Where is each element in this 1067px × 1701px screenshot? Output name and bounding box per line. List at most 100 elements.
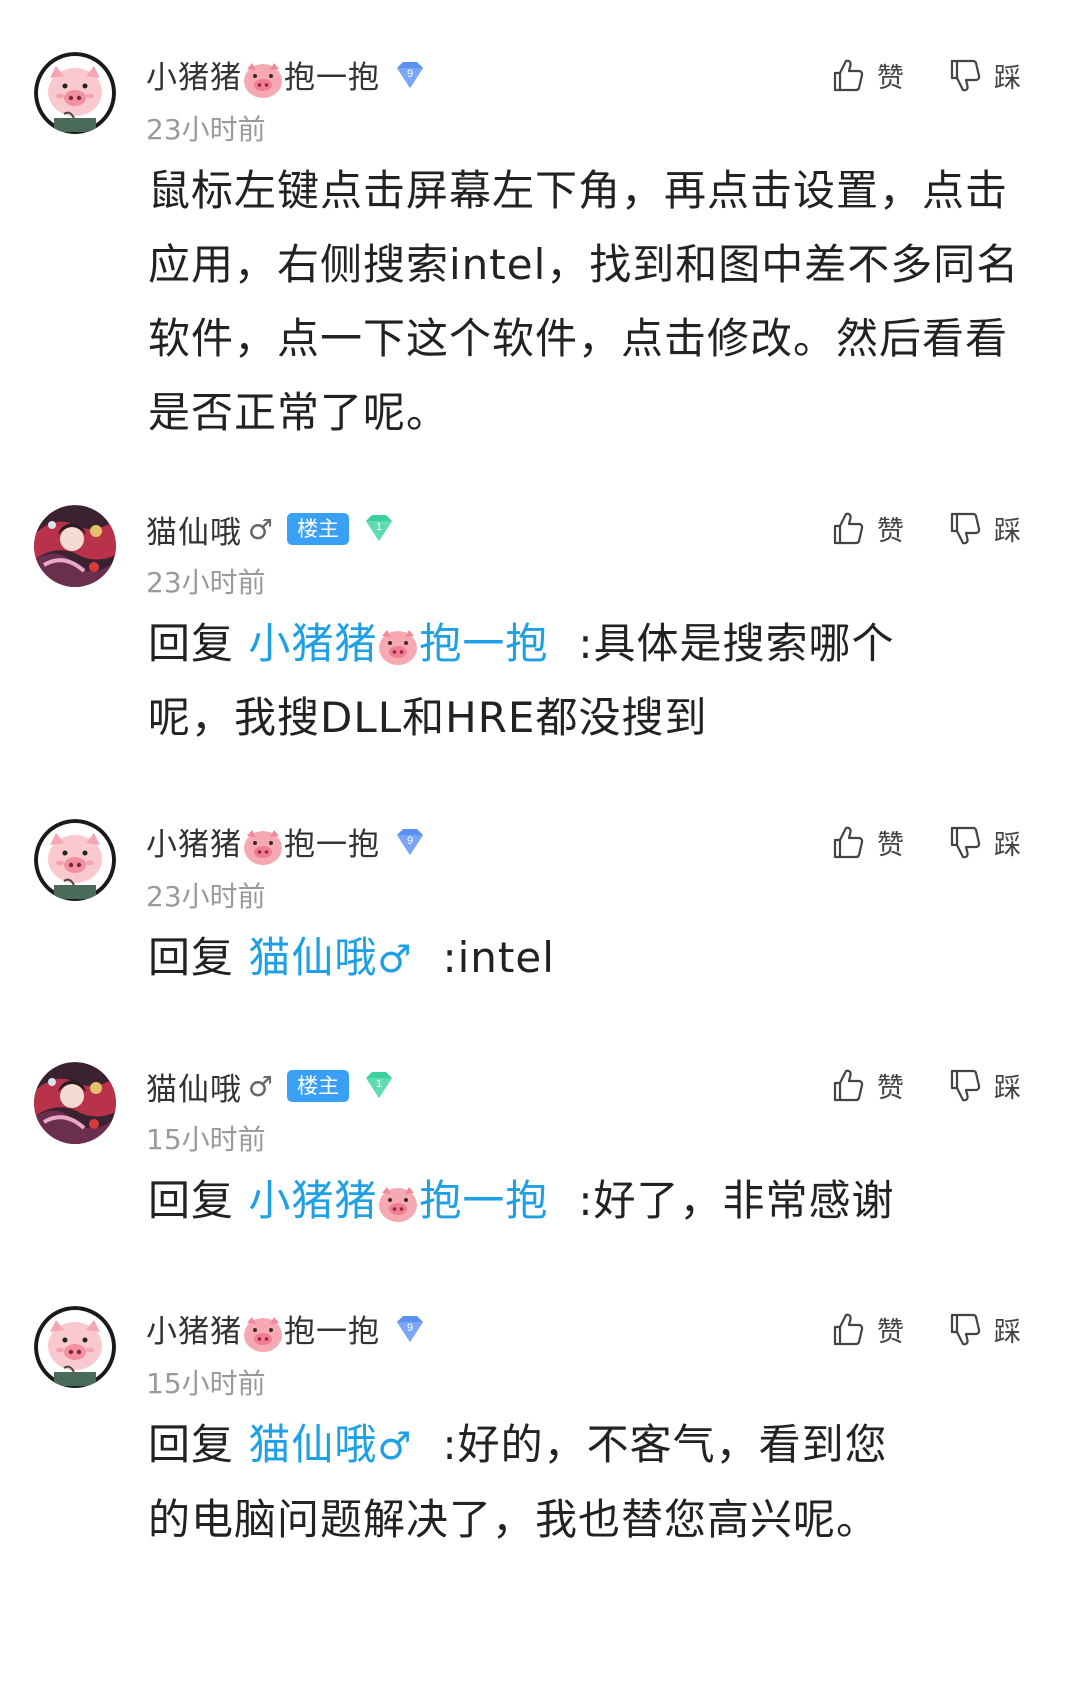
dislike-button[interactable]: 踩 bbox=[946, 1066, 1021, 1105]
reply-text-line2: 呢，我搜DLL和HRE都没搜到 bbox=[148, 693, 708, 742]
thumbs-up-icon bbox=[833, 512, 864, 544]
like-button[interactable]: 赞 bbox=[829, 1066, 904, 1105]
dislike-button[interactable]: 踩 bbox=[946, 1310, 1021, 1349]
dislike-button[interactable]: 踩 bbox=[946, 509, 1021, 548]
timestamp: 15小时前 bbox=[146, 1123, 266, 1156]
comment-text: 回复 小猪猪 抱一抱 :好了，非常感谢 bbox=[148, 1164, 1028, 1238]
comment-text: 回复 小猪猪 抱一抱 :具体是搜索哪个 呢，我搜DLL和HRE都没搜到 bbox=[148, 607, 1028, 755]
like-button[interactable]: 赞 bbox=[829, 1310, 904, 1349]
timestamp: 15小时前 bbox=[146, 1367, 266, 1400]
comment-text: 回复 猫仙哦♂ :intel bbox=[148, 921, 1028, 996]
reply-prefix: 回复 bbox=[148, 619, 235, 668]
anime-avatar-icon[interactable] bbox=[34, 1062, 116, 1144]
pig-avatar-icon[interactable] bbox=[34, 1306, 116, 1388]
thumbs-down-icon bbox=[950, 1069, 981, 1101]
username-row: 小猪猪 抱一抱 9 bbox=[146, 1310, 428, 1352]
level-badge-icon: 1 bbox=[361, 1070, 397, 1102]
level-number: 9 bbox=[407, 1322, 413, 1334]
username[interactable]: 猫仙哦 bbox=[146, 507, 242, 552]
reply-text: :好了，非常感谢 bbox=[578, 1176, 895, 1225]
username[interactable]: 小猪猪 抱一抱 bbox=[146, 1306, 380, 1354]
username-row: 小猪猪 抱一抱 9 bbox=[146, 56, 428, 98]
timestamp: 23小时前 bbox=[146, 880, 266, 913]
mention-link[interactable]: 小猪猪 抱一抱 bbox=[248, 1176, 548, 1225]
reply-text-line2: 的电脑问题解决了，我也替您高兴呢。 bbox=[148, 1495, 880, 1544]
thumbs-up-icon bbox=[833, 1313, 864, 1345]
dislike-label: 踩 bbox=[994, 1073, 1021, 1104]
level-badge-icon: 9 bbox=[392, 60, 428, 92]
level-badge-icon: 1 bbox=[361, 513, 397, 545]
gender-symbol: ♂ bbox=[248, 512, 274, 546]
thumbs-up-icon bbox=[833, 826, 864, 858]
timestamp: 23小时前 bbox=[146, 566, 266, 599]
username-part: 抱一抱 bbox=[284, 60, 380, 97]
username[interactable]: 猫仙哦 bbox=[146, 1064, 242, 1109]
level-number: 1 bbox=[376, 1078, 382, 1090]
like-label: 赞 bbox=[877, 516, 904, 547]
comment-text: 回复 猫仙哦♂ :好的，不客气，看到您 的电脑问题解决了，我也替您高兴呢。 bbox=[148, 1408, 1028, 1557]
username-row: 猫仙哦 ♂ 楼主 1 bbox=[146, 507, 397, 552]
level-badge-icon: 9 bbox=[392, 1314, 428, 1346]
like-label: 赞 bbox=[877, 1073, 904, 1104]
thumbs-down-icon bbox=[950, 512, 981, 544]
mention-link[interactable]: 猫仙哦♂ bbox=[248, 933, 412, 982]
dislike-button[interactable]: 踩 bbox=[946, 56, 1021, 95]
username-part: 小猪猪 bbox=[146, 1314, 242, 1351]
anime-avatar-icon[interactable] bbox=[34, 505, 116, 587]
reply-prefix: 回复 bbox=[148, 1420, 235, 1469]
thumbs-up-icon bbox=[833, 1069, 864, 1101]
thumbs-down-icon bbox=[950, 1313, 981, 1345]
reply-text-line1: :好的，不客气，看到您 bbox=[442, 1420, 888, 1469]
like-button[interactable]: 赞 bbox=[829, 56, 904, 95]
pig-emoji-icon bbox=[242, 60, 284, 100]
reply-prefix: 回复 bbox=[148, 1176, 235, 1225]
mention-part: 抱一抱 bbox=[419, 619, 549, 668]
gender-symbol: ♂ bbox=[248, 1069, 274, 1103]
pig-avatar-icon[interactable] bbox=[34, 52, 116, 134]
username[interactable]: 小猪猪 抱一抱 bbox=[146, 52, 380, 100]
comment-actions: 赞 踩 bbox=[787, 509, 1021, 548]
username-part: 抱一抱 bbox=[284, 827, 380, 864]
host-badge: 楼主 bbox=[287, 513, 350, 545]
pig-emoji-icon bbox=[377, 627, 419, 667]
username-part: 抱一抱 bbox=[284, 1314, 380, 1351]
reply-text: :intel bbox=[442, 933, 555, 982]
pig-emoji-icon bbox=[242, 827, 284, 867]
level-badge-icon: 9 bbox=[392, 827, 428, 859]
username-part: 小猪猪 bbox=[146, 827, 242, 864]
level-number: 9 bbox=[407, 835, 413, 847]
like-label: 赞 bbox=[877, 1317, 904, 1348]
username-part: 小猪猪 bbox=[146, 60, 242, 97]
dislike-label: 踩 bbox=[994, 516, 1021, 547]
mention-part: 小猪猪 bbox=[248, 1176, 378, 1225]
comment-actions: 赞 踩 bbox=[787, 1066, 1021, 1105]
mention-gender-symbol: ♂ bbox=[377, 1424, 413, 1468]
mention-gender-symbol: ♂ bbox=[377, 937, 413, 981]
username-row: 猫仙哦 ♂ 楼主 1 bbox=[146, 1064, 397, 1109]
mention-name: 猫仙哦 bbox=[248, 933, 378, 982]
thumbs-down-icon bbox=[950, 59, 981, 91]
comment-text: 鼠标左键点击屏幕左下角，再点击设置，点击应用，右侧搜索intel，找到和图中差不… bbox=[148, 166, 1020, 437]
like-label: 赞 bbox=[877, 830, 904, 861]
level-number: 1 bbox=[376, 521, 382, 533]
level-number: 9 bbox=[407, 68, 413, 80]
like-button[interactable]: 赞 bbox=[829, 509, 904, 548]
username[interactable]: 小猪猪 抱一抱 bbox=[146, 819, 380, 867]
mention-link[interactable]: 猫仙哦♂ bbox=[248, 1420, 412, 1469]
like-button[interactable]: 赞 bbox=[829, 823, 904, 862]
pig-avatar-icon[interactable] bbox=[34, 819, 116, 901]
mention-name: 猫仙哦 bbox=[248, 1420, 378, 1469]
comment-actions: 赞 踩 bbox=[787, 56, 1021, 95]
reply-text-line1: :具体是搜索哪个 bbox=[578, 619, 895, 668]
pig-emoji-icon bbox=[377, 1184, 419, 1224]
mention-part: 抱一抱 bbox=[419, 1176, 549, 1225]
host-badge: 楼主 bbox=[287, 1070, 350, 1102]
reply-prefix: 回复 bbox=[148, 933, 235, 982]
mention-link[interactable]: 小猪猪 抱一抱 bbox=[248, 619, 548, 668]
comment-actions: 赞 踩 bbox=[787, 1310, 1021, 1349]
thumbs-up-icon bbox=[833, 59, 864, 91]
like-label: 赞 bbox=[877, 63, 904, 94]
timestamp: 23小时前 bbox=[146, 113, 266, 146]
comment-actions: 赞 踩 bbox=[787, 823, 1021, 862]
dislike-button[interactable]: 踩 bbox=[946, 823, 1021, 862]
